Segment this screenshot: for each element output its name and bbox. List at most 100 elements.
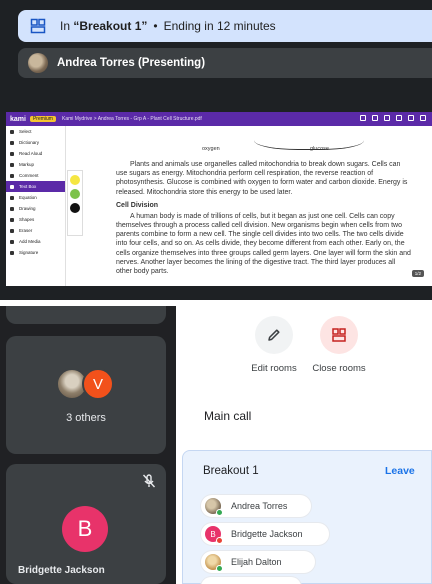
avatar (205, 554, 223, 572)
kami-tool-eraser[interactable]: Eraser (6, 225, 65, 236)
banner-separator: • (153, 19, 158, 33)
presenter-name: Andrea Torres (Presenting) (57, 57, 206, 69)
kami-tool-label: Select (19, 129, 32, 134)
presenter-avatar (28, 53, 48, 73)
close-rooms-icon (332, 328, 346, 342)
diagram-label-glucose: glucose (310, 146, 329, 152)
close-rooms-label: Close rooms (312, 363, 366, 374)
meet-window: In “Breakout 1” • Ending in 12 minutes A… (0, 0, 432, 584)
help-icon (408, 115, 414, 121)
breakout-room-card: Breakout 1 Leave Andrea Torres B Bridget… (182, 450, 432, 584)
print-icon (396, 115, 402, 121)
kami-toolbar-icons (360, 115, 426, 121)
close-rooms-circle[interactable] (320, 316, 358, 354)
close-rooms-button[interactable]: Close rooms (299, 316, 379, 374)
select-icon (10, 129, 14, 134)
member-chip[interactable]: B Bridgette Jackson (201, 523, 329, 545)
kami-tool-signature[interactable]: Signature (6, 247, 65, 258)
share-icon (372, 115, 378, 121)
read-aloud-icon (10, 151, 14, 156)
kami-tool-select[interactable]: Select (6, 126, 65, 137)
edit-rooms-circle[interactable] (255, 316, 293, 354)
member-name: Andrea Torres (231, 501, 288, 511)
breakout-rooms-icon (30, 18, 46, 34)
participant-tile-bridgette[interactable]: B Bridgette Jackson (6, 464, 166, 584)
shapes-icon (10, 217, 14, 222)
shared-screen: kami Premium Kami Mydrive > Andrea Torre… (6, 112, 432, 286)
drawing-icon (10, 206, 14, 211)
markup-icon (10, 162, 14, 167)
member-chip[interactable]: Elijah Dalton (201, 551, 315, 573)
kami-tool-markup[interactable]: Markup (6, 159, 65, 170)
kami-tool-drawing[interactable]: Drawing (6, 203, 65, 214)
kami-tool-dictionary[interactable]: Dictionary (6, 137, 65, 148)
page-indicator: 1/2 (411, 270, 424, 277)
kami-tool-label: Drawing (19, 206, 36, 211)
kami-tool-comment[interactable]: Comment (6, 170, 65, 181)
banner-room-name: “Breakout 1” (73, 19, 148, 33)
presenter-bar[interactable]: Andrea Torres (Presenting) (18, 48, 432, 78)
avatar: B (205, 526, 223, 544)
kami-color-swatches (67, 170, 83, 236)
kami-tool-label: Add Media (19, 239, 41, 244)
kami-tool-read-aloud[interactable]: Read Aloud (6, 148, 65, 159)
leave-button[interactable]: Leave (385, 465, 415, 477)
presence-dot (216, 509, 223, 516)
kami-tool-text-box[interactable]: Text Box (6, 181, 65, 192)
signature-icon (10, 250, 14, 255)
doc-paragraph-2: A human body is made of trillions of cel… (116, 212, 411, 276)
add-media-icon (10, 239, 14, 244)
member-name: Bridgette Jackson (231, 529, 303, 539)
color-swatch[interactable] (70, 203, 80, 213)
kami-tool-label: Signature (19, 250, 39, 255)
doc-paragraph-1: Plants and animals use organelles called… (116, 161, 408, 196)
breakout-room-title: Breakout 1 (203, 465, 259, 477)
breakout-status-banner[interactable]: In “Breakout 1” • Ending in 12 minutes (18, 10, 432, 42)
kami-tool-label: Text Box (19, 184, 37, 189)
kami-tool-label: Read Aloud (19, 151, 43, 156)
mitochondria-diagram (254, 126, 364, 150)
kami-tool-label: Shapes (19, 217, 35, 222)
avatar: B (62, 506, 108, 552)
member-chip[interactable]: Andrea Torres (201, 495, 311, 517)
mic-off-icon (142, 474, 156, 488)
participant-name: Bridgette Jackson (18, 565, 105, 576)
breakout-rooms-panel: Edit rooms Close rooms Main call Breakou… (176, 306, 432, 584)
kami-tool-shapes[interactable]: Shapes (6, 214, 65, 225)
avatar (205, 498, 223, 516)
others-count-label: 3 others (66, 412, 106, 424)
participant-grid: V 3 others B Bridgette Jackson (0, 306, 176, 584)
presentation-area: In “Breakout 1” • Ending in 12 minutes A… (0, 0, 432, 300)
kami-tool-label: Dictionary (19, 140, 40, 145)
kami-toolbar: kami Premium Kami Mydrive > Andrea Torre… (6, 112, 432, 126)
download-icon (384, 115, 390, 121)
kami-tool-label: Equation (19, 195, 37, 200)
kami-tool-label: Comment (19, 173, 39, 178)
text-box-icon (10, 184, 14, 189)
color-swatch[interactable] (70, 189, 80, 199)
kami-tool-label: Eraser (19, 228, 33, 233)
banner-timer: Ending in 12 minutes (163, 19, 276, 33)
split-icon (360, 115, 366, 121)
participant-tile-partial (6, 306, 166, 324)
others-avatar-stack: V (54, 368, 124, 402)
member-chip-partial (201, 577, 301, 584)
pencil-icon (268, 329, 280, 341)
kami-tool-sidebar: Select Dictionary Read Aloud Markup Comment T… (6, 126, 66, 286)
member-name: Elijah Dalton (231, 557, 282, 567)
eraser-icon (10, 228, 14, 233)
kami-logo: kami (10, 115, 26, 123)
dictionary-icon (10, 140, 14, 145)
pdf-document: oxygen glucose Plants and animals use or… (84, 126, 432, 286)
banner-prefix: In (60, 19, 71, 33)
kami-tool-equation[interactable]: Equation (6, 192, 65, 203)
presence-dot (216, 565, 223, 572)
kami-premium-badge: Premium (29, 116, 56, 122)
comment-icon (10, 173, 14, 178)
main-call-label[interactable]: Main call (204, 409, 251, 423)
color-swatch[interactable] (70, 175, 80, 185)
diagram-label-oxygen: oxygen (202, 146, 220, 152)
others-tile[interactable]: V 3 others (6, 336, 166, 454)
kami-tool-add-media[interactable]: Add Media (6, 236, 65, 247)
kami-tool-label: Markup (19, 162, 35, 167)
